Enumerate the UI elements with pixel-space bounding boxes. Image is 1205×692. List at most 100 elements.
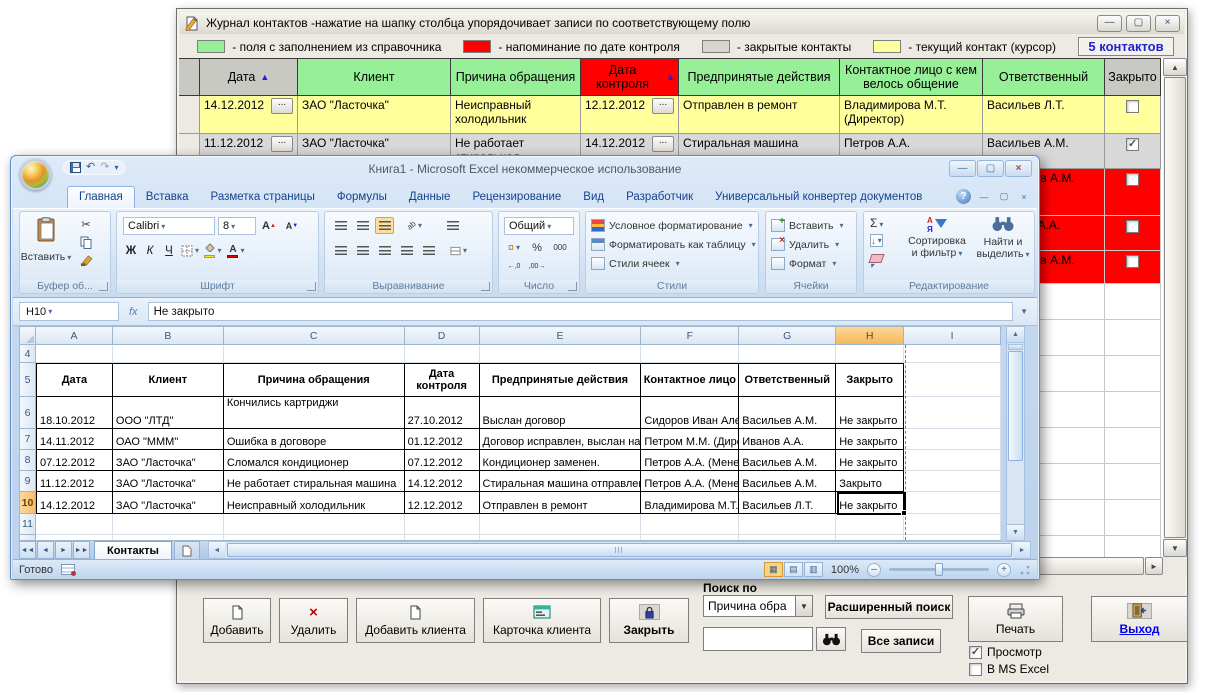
- cell-A7[interactable]: 14.11.2012: [36, 429, 113, 450]
- format-as-table-button[interactable]: Форматировать как таблицу: [591, 236, 753, 253]
- cell-H6[interactable]: Не закрыто: [836, 397, 904, 429]
- last-sheet-icon[interactable]: ►►: [73, 541, 90, 559]
- cell-C7[interactable]: Ошибка в договоре: [224, 429, 405, 450]
- cell-D7[interactable]: 01.12.2012: [405, 429, 480, 450]
- maximize-button[interactable]: ▢: [1126, 15, 1151, 32]
- increase-indent-button[interactable]: [419, 242, 438, 259]
- split-handle[interactable]: [1008, 344, 1023, 350]
- cell-F6[interactable]: Сидоров Иван Алексан: [641, 397, 739, 429]
- cell-D10[interactable]: 12.12.2012: [405, 492, 480, 514]
- align-middle-button[interactable]: [353, 217, 372, 234]
- minimize-button[interactable]: —: [949, 160, 976, 177]
- cell-B10[interactable]: ЗАО "Ласточка": [113, 492, 224, 514]
- redo-icon[interactable]: ↷: [100, 162, 109, 173]
- save-icon[interactable]: [70, 162, 81, 173]
- cell-A8[interactable]: 07.12.2012: [36, 450, 113, 471]
- grow-font-button[interactable]: A▲: [259, 218, 279, 235]
- cell-F5[interactable]: Контактное лицо: [641, 363, 739, 397]
- column-header-h[interactable]: H: [836, 327, 904, 345]
- tab-razmetka[interactable]: Разметка страницы: [200, 187, 326, 208]
- column-header-reason[interactable]: Причина обращения: [451, 58, 581, 96]
- row-header-6[interactable]: 6: [20, 397, 36, 429]
- cell-G7[interactable]: Иванов А.А.: [739, 429, 836, 450]
- closed-checkbox[interactable]: ✓: [1126, 173, 1139, 186]
- column-header-e[interactable]: E: [480, 327, 642, 345]
- excel-titlebar[interactable]: ↶ ↷ ▾ Книга1 - Microsoft Excel некоммерч…: [11, 156, 1039, 182]
- search-field-select[interactable]: Причина обра ▼: [703, 595, 813, 617]
- tab-formuly[interactable]: Формулы: [326, 187, 398, 208]
- expand-formula-bar-icon[interactable]: ▼: [1017, 307, 1031, 316]
- close-button[interactable]: ×: [1155, 15, 1180, 32]
- scroll-right-icon[interactable]: ►: [1145, 557, 1163, 575]
- date-picker-button[interactable]: ...: [652, 136, 674, 152]
- format-cells-button[interactable]: Формат: [771, 255, 851, 272]
- tab-vid[interactable]: Вид: [572, 187, 615, 208]
- cell-H5[interactable]: Закрыто: [836, 363, 904, 397]
- row-header-11[interactable]: 11: [20, 514, 36, 535]
- cut-button[interactable]: ✂: [76, 216, 96, 233]
- cell-D9[interactable]: 14.12.2012: [405, 471, 480, 492]
- date-picker-button[interactable]: ...: [271, 136, 293, 152]
- cell-G9[interactable]: Васильев А.М.: [739, 471, 836, 492]
- cell-E10[interactable]: Отправлен в ремонт: [480, 492, 642, 514]
- cell-C10[interactable]: Неисправный холодильник: [224, 492, 405, 514]
- font-size-select[interactable]: 8: [218, 217, 256, 235]
- qat-customize-icon[interactable]: ▾: [114, 164, 118, 172]
- column-header-i[interactable]: I: [904, 327, 1001, 345]
- cell-C9[interactable]: Не работает стиральная машина: [224, 471, 405, 492]
- select-all-corner[interactable]: [20, 327, 36, 345]
- cell-B8[interactable]: ЗАО "Ласточка": [113, 450, 224, 471]
- delete-cells-button[interactable]: Удалить: [771, 236, 851, 253]
- ribbon-minimize-icon[interactable]: —: [977, 192, 991, 202]
- cell-D8[interactable]: 07.12.2012: [405, 450, 480, 471]
- cell-A5[interactable]: Дата: [36, 363, 113, 397]
- column-header-client[interactable]: Клиент: [298, 58, 451, 96]
- number-format-select[interactable]: Общий: [504, 217, 574, 235]
- cell-F8[interactable]: Петров А.А. (Менедже: [641, 450, 739, 471]
- cell-D5[interactable]: Дата контроля: [405, 363, 480, 397]
- row-header-8[interactable]: 8: [20, 450, 36, 471]
- page-layout-view-button[interactable]: ▤: [784, 562, 803, 577]
- closed-checkbox[interactable]: ✓: [1126, 255, 1139, 268]
- autosum-button[interactable]: Σ: [870, 216, 883, 230]
- tab-recenzirovanie[interactable]: Рецензирование: [461, 187, 572, 208]
- page-break-view-button[interactable]: ▥: [804, 562, 823, 577]
- tab-glavnaya[interactable]: Главная: [67, 186, 135, 208]
- comma-format-button[interactable]: 000: [550, 239, 570, 256]
- fill-color-button[interactable]: [203, 242, 223, 259]
- cell-A10[interactable]: 14.12.2012: [36, 492, 113, 514]
- ribbon-close-icon[interactable]: ×: [1017, 192, 1031, 202]
- row-header-5[interactable]: 5: [20, 363, 36, 397]
- shrink-font-button[interactable]: A▼: [282, 218, 302, 235]
- zoom-slider-handle[interactable]: [935, 563, 943, 576]
- font-name-select[interactable]: Calibri: [123, 217, 215, 235]
- dialog-launcher-icon[interactable]: [99, 282, 108, 291]
- scroll-thumb[interactable]: [1008, 351, 1023, 461]
- cell-G6[interactable]: Васильев А.М.: [739, 397, 836, 429]
- chevron-down-icon[interactable]: ▼: [795, 596, 812, 616]
- paste-button[interactable]: Вставить: [24, 217, 68, 263]
- column-header-closed[interactable]: Закрыто: [1105, 58, 1161, 96]
- first-sheet-icon[interactable]: ◄◄: [19, 541, 36, 559]
- wrap-text-button[interactable]: [443, 217, 462, 234]
- sort-filter-button[interactable]: АЯ Сортировка и фильтр: [904, 216, 970, 259]
- zoom-slider[interactable]: [889, 568, 989, 571]
- orientation-button[interactable]: ab: [405, 217, 424, 234]
- percent-format-button[interactable]: %: [527, 239, 547, 256]
- cell-E6[interactable]: Выслан договор: [480, 397, 642, 429]
- increase-decimal-button[interactable]: ←,0: [504, 258, 524, 275]
- find-select-button[interactable]: Найти и выделить: [974, 216, 1032, 260]
- excel-checkbox[interactable]: ✓: [969, 663, 982, 676]
- decrease-indent-button[interactable]: [397, 242, 416, 259]
- row-header-10[interactable]: 10: [20, 492, 36, 514]
- restore-button[interactable]: ▢: [977, 160, 1004, 177]
- cell-E7[interactable]: Договор исправлен, выслан на e-mai: [480, 429, 642, 450]
- macro-record-icon[interactable]: [61, 564, 75, 575]
- sheet-tab-contacts[interactable]: Контакты: [94, 541, 172, 559]
- cell-B7[interactable]: ОАО "МММ": [113, 429, 224, 450]
- column-header-d[interactable]: D: [405, 327, 480, 345]
- closed-checkbox[interactable]: ✓: [1126, 138, 1139, 151]
- scroll-down-icon[interactable]: ▼: [1163, 539, 1187, 557]
- scroll-left-icon[interactable]: ◄: [209, 542, 225, 558]
- bold-button[interactable]: Ж: [123, 245, 139, 257]
